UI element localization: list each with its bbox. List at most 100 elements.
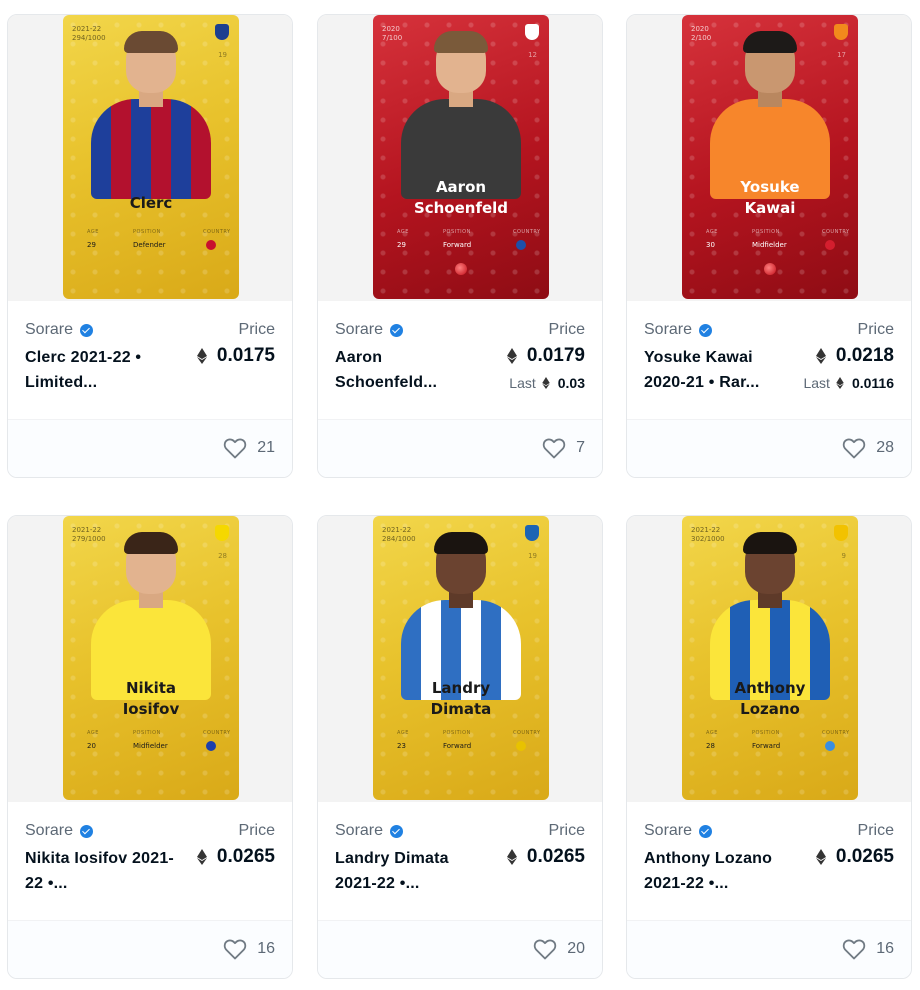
card-media[interactable]: 2020 7/100 12 Aaron Schoenfeld AGE POSIT…: [318, 15, 602, 301]
card-player-name: Landry Dimata: [430, 679, 492, 718]
player-hair: [434, 532, 488, 554]
card-footer: 28: [627, 419, 911, 477]
card-number: 19: [218, 51, 227, 59]
price: 0.0265: [815, 846, 894, 868]
asset-card[interactable]: 2020 2/100 17 Yosuke Kawai AGE POSITION …: [626, 14, 912, 478]
card-media[interactable]: 2021-22 294/1000 19 Clerc AGE POSITION C…: [8, 15, 292, 301]
card-season-year: 2020: [691, 25, 709, 33]
heart-icon[interactable]: [533, 938, 557, 960]
asset-card[interactable]: 2021-22 284/1000 19 Landry Dimata AGE PO…: [317, 515, 603, 979]
price: 0.0179: [506, 345, 585, 367]
country-label: COUNTRY: [513, 229, 541, 235]
card-info: Sorare Nikita Iosifov 2021-22 •... Price…: [8, 802, 292, 920]
price-label: Price: [238, 321, 275, 338]
age-label: AGE: [706, 730, 718, 736]
asset-card[interactable]: 2020 7/100 12 Aaron Schoenfeld AGE POSIT…: [317, 14, 603, 478]
heart-icon[interactable]: [223, 938, 247, 960]
asset-title[interactable]: Clerc 2021-22 • Limited...: [25, 345, 175, 395]
creator[interactable]: Sorare: [25, 822, 94, 840]
asset-title[interactable]: Aaron Schoenfeld...: [335, 345, 485, 395]
position-value: Forward: [443, 742, 472, 750]
creator[interactable]: Sorare: [335, 822, 404, 840]
card-media[interactable]: 2021-22 279/1000 28 Nikita Iosifov AGE P…: [8, 516, 292, 802]
creator-name[interactable]: Sorare: [644, 321, 692, 339]
asset-card[interactable]: 2021-22 302/1000 9 Anthony Lozano AGE PO…: [626, 515, 912, 979]
club-crest-icon: [215, 24, 229, 40]
last-sale-value: 0.03: [557, 375, 585, 391]
favorite-count: 21: [257, 439, 275, 456]
card-stats: AGE POSITION COUNTRY 30 Midfielder: [682, 229, 858, 259]
player-hair: [124, 31, 178, 53]
creator-name[interactable]: Sorare: [335, 321, 383, 339]
favorite-count: 16: [257, 940, 275, 957]
club-crest-icon: [215, 525, 229, 541]
ethereum-icon: [815, 849, 826, 865]
country-flag-icon: [825, 741, 835, 751]
card-stats: AGE POSITION COUNTRY 23 Forward: [373, 730, 549, 760]
position-value: Forward: [443, 241, 472, 249]
favorite-button[interactable]: 7: [542, 437, 585, 459]
asset-title[interactable]: Anthony Lozano 2021-22 •...: [644, 846, 794, 896]
player-card-image: 2021-22 294/1000 19 Clerc AGE POSITION C…: [63, 15, 239, 299]
position-value: Midfielder: [133, 742, 168, 750]
card-season: 2020 2/100: [691, 25, 711, 43]
ethereum-icon: [836, 377, 844, 389]
age-label: AGE: [706, 229, 718, 235]
player-photo: [710, 29, 830, 199]
player-card-image: 2020 2/100 17 Yosuke Kawai AGE POSITION …: [682, 15, 858, 299]
player-hair: [124, 532, 178, 554]
heart-icon[interactable]: [842, 938, 866, 960]
card-media[interactable]: 2021-22 302/1000 9 Anthony Lozano AGE PO…: [627, 516, 911, 802]
favorite-count: 28: [876, 439, 894, 456]
creator-name[interactable]: Sorare: [335, 822, 383, 840]
country-label: COUNTRY: [822, 229, 850, 235]
position-label: POSITION: [443, 229, 471, 235]
asset-card[interactable]: 2021-22 294/1000 19 Clerc AGE POSITION C…: [7, 14, 293, 478]
ethereum-icon: [506, 348, 517, 364]
creator[interactable]: Sorare: [335, 321, 404, 339]
asset-card[interactable]: 2021-22 279/1000 28 Nikita Iosifov AGE P…: [7, 515, 293, 979]
favorite-button[interactable]: 21: [223, 437, 275, 459]
card-media[interactable]: 2020 2/100 17 Yosuke Kawai AGE POSITION …: [627, 15, 911, 301]
card-player-name: Clerc: [129, 194, 173, 212]
card-media[interactable]: 2021-22 284/1000 19 Landry Dimata AGE PO…: [318, 516, 602, 802]
favorite-button[interactable]: 16: [223, 938, 275, 960]
asset-title[interactable]: Nikita Iosifov 2021-22 •...: [25, 846, 175, 896]
age-value: 29: [87, 241, 96, 249]
favorite-button[interactable]: 20: [533, 938, 585, 960]
price: 0.0265: [506, 846, 585, 868]
card-number: 12: [528, 51, 537, 59]
creator[interactable]: Sorare: [644, 822, 713, 840]
creator-name[interactable]: Sorare: [25, 321, 73, 339]
heart-icon[interactable]: [223, 437, 247, 459]
card-number: 9: [841, 552, 846, 560]
age-label: AGE: [397, 730, 409, 736]
position-label: POSITION: [752, 229, 780, 235]
creator[interactable]: Sorare: [25, 321, 94, 339]
creator-name[interactable]: Sorare: [25, 822, 73, 840]
ethereum-icon: [542, 377, 550, 389]
card-info: Sorare Aaron Schoenfeld... Price 0.0179 …: [318, 301, 602, 419]
creator-name[interactable]: Sorare: [644, 822, 692, 840]
card-footer: 16: [627, 920, 911, 978]
verified-badge-icon: [80, 323, 94, 337]
favorite-button[interactable]: 28: [842, 437, 894, 459]
club-crest-icon: [525, 24, 539, 40]
favorite-button[interactable]: 16: [842, 938, 894, 960]
price: 0.0265: [196, 846, 275, 868]
rarity-gem-icon: [455, 263, 467, 275]
price-value: 0.0218: [835, 345, 894, 366]
heart-icon[interactable]: [842, 437, 866, 459]
country-label: COUNTRY: [203, 730, 231, 736]
verified-badge-icon: [699, 824, 713, 838]
club-crest-icon: [834, 24, 848, 40]
asset-title[interactable]: Landry Dimata 2021-22 •...: [335, 846, 485, 896]
ethereum-icon: [196, 849, 207, 865]
heart-icon[interactable]: [542, 437, 566, 459]
asset-title[interactable]: Yosuke Kawai 2020-21 • Rar...: [644, 345, 794, 395]
position-value: Defender: [133, 241, 166, 249]
price-label: Price: [548, 822, 585, 839]
age-value: 29: [397, 241, 406, 249]
age-label: AGE: [397, 229, 409, 235]
creator[interactable]: Sorare: [644, 321, 713, 339]
